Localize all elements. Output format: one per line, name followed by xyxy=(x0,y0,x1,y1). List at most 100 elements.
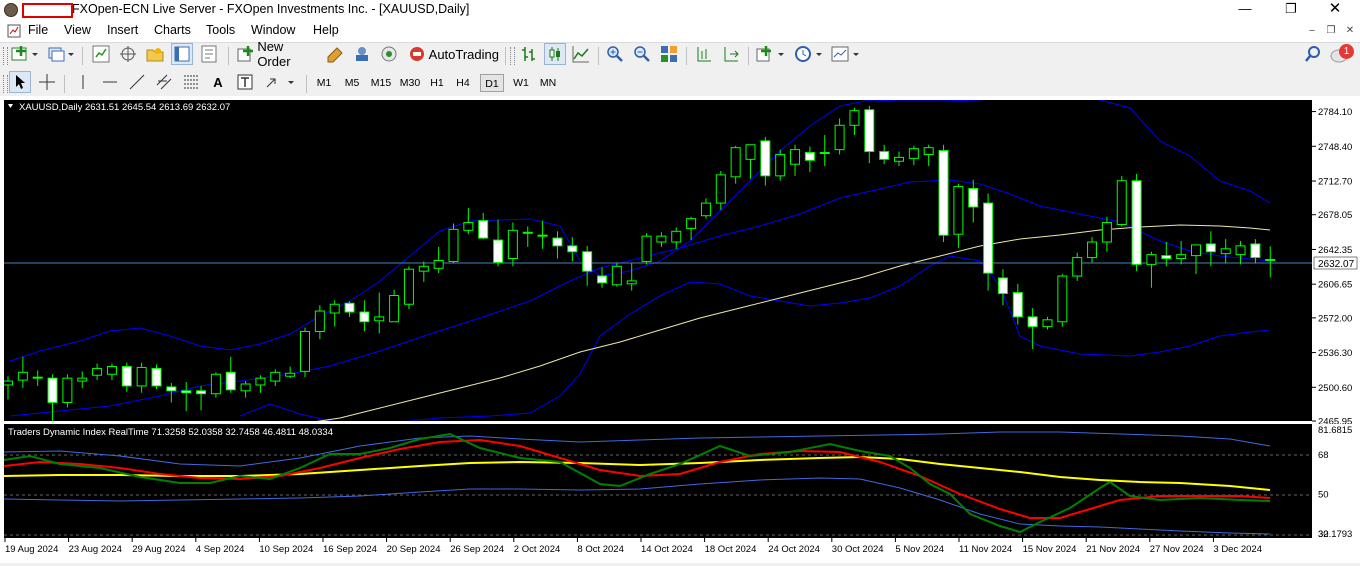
price-panel[interactable] xyxy=(4,100,1312,421)
bullish-candle xyxy=(1176,254,1187,260)
text-label-button[interactable] xyxy=(234,71,256,93)
market-button[interactable] xyxy=(378,43,400,65)
menu-insert[interactable]: Insert xyxy=(107,23,138,37)
bearish-candle xyxy=(760,140,771,177)
auto-scroll-button[interactable] xyxy=(720,43,742,65)
navigator-button[interactable] xyxy=(144,43,166,65)
bullish-candle xyxy=(1042,319,1053,328)
bullish-candle xyxy=(611,265,622,286)
toolbar-grip[interactable] xyxy=(3,47,8,65)
candlestick-chart-button[interactable] xyxy=(544,43,566,65)
timeframe-d1[interactable]: D1 xyxy=(480,74,504,92)
search-button[interactable] xyxy=(1302,43,1324,65)
menu-help[interactable]: Help xyxy=(313,23,339,37)
trendline-button[interactable] xyxy=(126,71,148,93)
tile-windows-button[interactable] xyxy=(658,43,680,65)
timeframe-m1[interactable]: M1 xyxy=(312,74,336,92)
market-watch-button[interactable] xyxy=(90,43,112,65)
mdi-minimize-icon[interactable]: – xyxy=(1304,24,1320,38)
date-axis-label: 5 Nov 2024 xyxy=(895,544,944,555)
menu-window[interactable]: Window xyxy=(251,23,295,37)
bullish-candle xyxy=(686,218,697,229)
close-icon[interactable]: ✕ xyxy=(1312,0,1358,20)
chart-canvas[interactable]: 2784.10 2748.40 2712.70 2678.05 2642.35 2606.… xyxy=(0,96,1360,563)
timeframe-m30[interactable]: M30 xyxy=(397,74,423,92)
text-tool-button[interactable]: A xyxy=(207,71,229,93)
line-chart-icon xyxy=(572,46,589,63)
bearish-candle xyxy=(1131,180,1142,265)
metaeditor-button[interactable] xyxy=(324,43,346,65)
menu-charts[interactable]: Charts xyxy=(154,23,191,37)
date-axis-label: 20 Sep 2024 xyxy=(387,544,441,555)
bearish-candle xyxy=(478,220,489,239)
zoom-out-button[interactable] xyxy=(631,43,653,65)
bullish-candle xyxy=(285,372,296,377)
line-chart-button[interactable] xyxy=(570,43,592,65)
timeframe-h4[interactable]: H4 xyxy=(452,74,474,92)
date-axis-label: 30 Oct 2024 xyxy=(832,544,884,555)
vertical-line-icon xyxy=(82,75,84,89)
terminal-button[interactable] xyxy=(171,43,193,65)
notifications-button[interactable]: 1 xyxy=(1328,43,1356,65)
vertical-line-button[interactable] xyxy=(72,71,94,93)
bearish-candle xyxy=(493,239,504,263)
data-window-button[interactable] xyxy=(117,43,139,65)
autotrading-button[interactable]: AutoTrading xyxy=(407,43,499,65)
text-a-icon: A xyxy=(213,74,223,90)
timeframe-mn[interactable]: MN xyxy=(536,74,560,92)
templates-button[interactable] xyxy=(830,43,862,65)
chart-window-icon[interactable] xyxy=(7,24,21,38)
periods-button[interactable] xyxy=(793,43,825,65)
mdi-restore-icon[interactable]: ❐ xyxy=(1323,24,1339,38)
menu-file[interactable]: File xyxy=(28,23,48,37)
toolbar-grip[interactable] xyxy=(510,47,515,65)
date-axis-label: 24 Oct 2024 xyxy=(768,544,820,555)
date-axis-label: 11 Nov 2024 xyxy=(959,544,1012,555)
horizontal-line-button[interactable] xyxy=(99,71,121,93)
signals-button[interactable] xyxy=(351,43,373,65)
menu-tools[interactable]: Tools xyxy=(206,23,235,37)
bullish-candle xyxy=(953,186,964,235)
bullish-candle xyxy=(240,383,251,392)
new-order-icon xyxy=(237,46,253,62)
indicator-axis[interactable] xyxy=(1312,424,1358,538)
bearish-candle xyxy=(597,275,607,284)
bar-chart-icon xyxy=(522,47,535,61)
timeframe-h1[interactable]: H1 xyxy=(426,74,448,92)
bar-chart-button[interactable] xyxy=(518,43,540,65)
minimize-icon[interactable]: — xyxy=(1222,0,1268,20)
new-chart-button[interactable] xyxy=(10,43,40,65)
toolbar-separator xyxy=(505,47,506,65)
date-axis-label: 27 Nov 2024 xyxy=(1150,544,1204,555)
strategy-tester-button[interactable] xyxy=(198,43,220,65)
channel-icon xyxy=(156,74,172,90)
cursor-tool-button[interactable] xyxy=(9,71,31,93)
zoom-in-button[interactable] xyxy=(604,43,626,65)
crosshair-tool-button[interactable] xyxy=(36,71,58,93)
bullish-candle xyxy=(77,377,88,382)
bullish-candle xyxy=(300,330,310,372)
profiles-button[interactable] xyxy=(46,43,76,65)
price-axis-label: 2572.00 xyxy=(1318,313,1352,324)
restore-icon[interactable]: ❐ xyxy=(1268,0,1314,20)
indicators-list-button[interactable] xyxy=(755,43,787,65)
chart-window[interactable]: 2784.10 2748.40 2712.70 2678.05 2642.35 2606.… xyxy=(0,96,1360,563)
arrows-button[interactable] xyxy=(261,71,301,93)
window-title: FXOpen-ECN Live Server - FXOpen Investme… xyxy=(72,2,470,16)
bearish-candle xyxy=(1161,255,1172,260)
toolbar-separator xyxy=(306,75,307,93)
timeframe-m15[interactable]: M15 xyxy=(368,74,394,92)
new-order-button[interactable]: New Order xyxy=(236,39,318,69)
mdi-close-icon[interactable]: ✕ xyxy=(1342,24,1358,38)
timeframe-m5[interactable]: M5 xyxy=(340,74,364,92)
equidistant-channel-button[interactable] xyxy=(153,71,175,93)
chart-shift-button[interactable] xyxy=(693,43,715,65)
fibonacci-button[interactable] xyxy=(180,71,202,93)
bearish-candle xyxy=(582,251,593,272)
toolbar-grip[interactable] xyxy=(3,75,8,93)
bullish-candle xyxy=(448,228,459,262)
bullish-candle xyxy=(671,230,682,243)
bullish-candle xyxy=(255,377,266,386)
timeframe-w1[interactable]: W1 xyxy=(509,74,533,92)
menu-view[interactable]: View xyxy=(64,23,91,37)
